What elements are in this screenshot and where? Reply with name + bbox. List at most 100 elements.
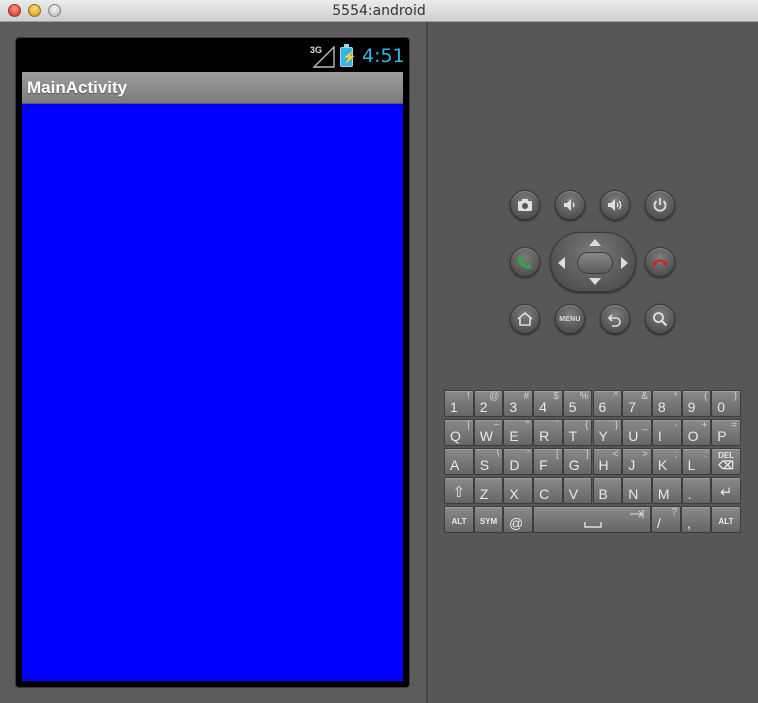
key-m[interactable]: M [651, 477, 682, 504]
key-6[interactable]: 6 ^ [592, 390, 623, 417]
key-alt-label: % [579, 391, 589, 402]
slash-key[interactable]: / ? [651, 506, 681, 533]
key-label: B [598, 486, 608, 502]
menu-button[interactable]: MENU [555, 304, 585, 334]
key-l[interactable]: L: [681, 448, 712, 475]
signal-icon [312, 46, 335, 68]
key-period[interactable]: . [681, 477, 712, 504]
key-i[interactable]: I- [651, 419, 682, 446]
key-d[interactable]: D ' [503, 448, 534, 475]
activity-title: MainActivity [27, 78, 128, 97]
key-c[interactable]: C [533, 477, 563, 504]
key-label: R [539, 428, 550, 444]
key-b[interactable]: B [592, 477, 623, 504]
dpad-up-arrow-icon[interactable] [589, 239, 601, 246]
key-label: W [479, 428, 493, 444]
battery-icon: ⚡ [340, 44, 357, 67]
key-f[interactable]: F[ [533, 448, 563, 475]
key-z[interactable]: Z [473, 477, 504, 504]
key-y[interactable]: Y} [592, 419, 623, 446]
key-label: 6 [598, 399, 607, 415]
key-7[interactable]: 7 & [622, 390, 652, 417]
alt-left-label: ALT [451, 517, 467, 526]
key-a[interactable]: A [444, 448, 474, 475]
key-q[interactable]: Q | [444, 419, 474, 446]
alt-left-key[interactable]: ALT [444, 506, 474, 533]
key-p[interactable]: P = [711, 419, 741, 446]
key-alt-label: > [642, 449, 648, 460]
key-u[interactable]: U _ [622, 419, 652, 446]
key-3[interactable]: 3 # [503, 390, 534, 417]
key-2[interactable]: 2 @ [473, 390, 504, 417]
key-5[interactable]: 5% [562, 390, 593, 417]
backspace-icon: ⌫ [718, 460, 734, 472]
key-g[interactable]: G] [562, 448, 593, 475]
device-pane: 3G ⚡ 4:51 MainActivity [0, 22, 426, 703]
dpad-down-arrow-icon[interactable] [589, 278, 601, 285]
comma-label: , [687, 515, 691, 531]
end-call-button[interactable] [645, 247, 675, 277]
key-alt-label: | [467, 420, 470, 431]
key-label: 2 [479, 399, 488, 415]
at-label: @ [509, 515, 524, 531]
key-1[interactable]: 1! [444, 390, 474, 417]
volume-up-icon [608, 199, 622, 211]
dpad-left-arrow-icon[interactable] [558, 257, 565, 269]
volume-down-button[interactable] [555, 190, 585, 220]
key-n[interactable]: N [622, 477, 652, 504]
key-h[interactable]: H < [592, 448, 623, 475]
key-alt-label: \ [496, 449, 500, 460]
key-t[interactable]: T{ [562, 419, 593, 446]
key-label: 8 [657, 399, 666, 415]
key-j[interactable]: J > [622, 448, 652, 475]
search-button[interactable] [645, 304, 675, 334]
activity-content[interactable] [22, 104, 403, 681]
key-label: O [687, 428, 699, 444]
key-label: K [657, 457, 668, 473]
dpad[interactable] [550, 232, 636, 292]
key-label: 7 [628, 399, 636, 415]
sym-label: SYM [479, 517, 498, 526]
key-e[interactable]: E " [503, 419, 534, 446]
home-button[interactable] [510, 304, 540, 334]
key-label: E [509, 428, 519, 444]
dpad-center-button[interactable] [577, 252, 613, 274]
call-button[interactable] [510, 247, 540, 277]
space-key[interactable] [533, 506, 651, 533]
tab-arrow-icon [630, 510, 644, 518]
key-s[interactable]: S \ [473, 448, 504, 475]
at-key[interactable]: @ [503, 506, 533, 533]
key-9[interactable]: 9( [681, 390, 712, 417]
key-0[interactable]: 0) [711, 390, 741, 417]
comma-key[interactable]: , [681, 506, 711, 533]
key-label: . [687, 486, 692, 502]
key-alt-label: < [612, 449, 619, 460]
key-k[interactable]: K; [651, 448, 682, 475]
key-4[interactable]: 4 $ [533, 390, 563, 417]
key-8[interactable]: 8 * [651, 390, 682, 417]
key-alt-label: } [614, 420, 619, 431]
key-label: 9 [687, 399, 696, 415]
key-alt-label: + [701, 420, 708, 431]
key-shift[interactable]: ⇧ [444, 477, 474, 504]
key-label: Z [479, 486, 489, 502]
back-button[interactable] [600, 304, 630, 334]
key-label: S [479, 457, 490, 473]
key-alt-label: - [674, 420, 678, 431]
volume-up-button[interactable] [600, 190, 630, 220]
key-v[interactable]: V [562, 477, 593, 504]
key-label: T [568, 428, 578, 444]
alt-right-key[interactable]: ALT [711, 506, 741, 533]
key-x[interactable]: X [503, 477, 534, 504]
key-enter[interactable]: ↵ [711, 477, 741, 504]
camera-button[interactable] [510, 190, 540, 220]
key-del[interactable]: DEL ⌫ [711, 448, 741, 475]
key-o[interactable]: O + [681, 419, 712, 446]
key-r[interactable]: R ` [533, 419, 563, 446]
dpad-right-arrow-icon[interactable] [621, 257, 628, 269]
key-alt-label: $ [553, 391, 559, 402]
power-icon [653, 198, 667, 212]
key-w[interactable]: W ~ [473, 419, 504, 446]
sym-key[interactable]: SYM [474, 506, 503, 533]
power-button[interactable] [645, 190, 675, 220]
